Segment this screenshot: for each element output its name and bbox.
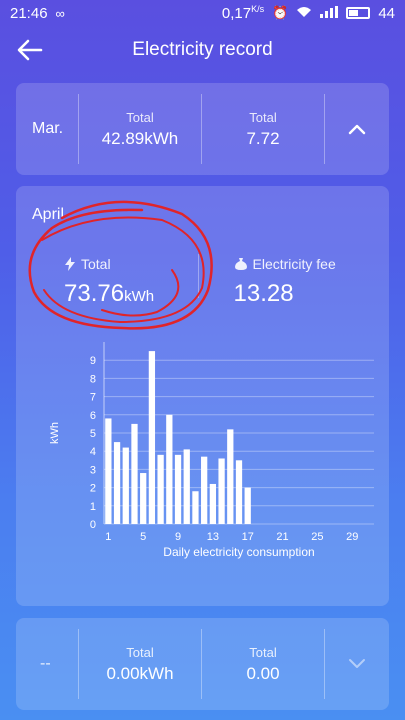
bar-day-16 [235, 460, 243, 524]
bar-day-1 [105, 418, 112, 524]
x-tick-label: 13 [207, 531, 219, 543]
lightning-icon [65, 257, 75, 271]
y-tick-label: 8 [90, 373, 96, 385]
month-summary-card-march[interactable]: Mar. Total 42.89kWh Total 7.72 [16, 83, 389, 175]
bar-day-7 [157, 454, 164, 524]
month-label: Mar. [32, 120, 64, 137]
alarm-icon: ⏰ [272, 5, 289, 20]
status-bar: 21:46 ∞ 0,17K/s ⏰ 44 [0, 0, 405, 26]
month-label: -- [40, 655, 51, 672]
detail-total-label: Total [64, 256, 220, 272]
total-fee: Total 7.72 [202, 110, 324, 149]
bar-day-5 [140, 473, 147, 524]
status-right: 0,17K/s ⏰ 44 [222, 4, 395, 22]
y-tick-label: 6 [90, 410, 96, 422]
total-energy-label: Total [126, 644, 154, 660]
y-tick-label: 5 [90, 428, 96, 440]
bar-day-17 [244, 487, 251, 524]
bar-day-15 [227, 429, 234, 524]
y-tick-label: 1 [90, 501, 96, 513]
net-speed: 0,17K/s [221, 4, 265, 22]
detail-fee: Electricity fee 13.28 [220, 256, 390, 316]
status-time: 21:46 [10, 4, 48, 22]
detail-month-label: April [32, 206, 65, 223]
y-axis-label: kWh [49, 422, 61, 444]
bar-day-8 [166, 414, 173, 524]
bar-day-6 [148, 351, 156, 524]
divider [198, 254, 199, 298]
total-energy-label: Total [126, 109, 154, 125]
battery-level: 44 [378, 4, 395, 22]
x-tick-label: 21 [276, 531, 288, 543]
total-fee: Total 0.00 [202, 645, 324, 684]
infinity-icon: ∞ [55, 5, 65, 21]
collapse-button[interactable] [325, 83, 389, 175]
total-fee-value: 7.72 [246, 128, 280, 148]
expand-button[interactable] [325, 618, 389, 710]
y-tick-label: 9 [90, 355, 96, 367]
x-axis-label: Daily electricity consumption [163, 545, 314, 559]
month-detail-card-april: April Total 73.76kWh Electricity fee 13.… [16, 186, 389, 606]
bar-day-2 [113, 442, 121, 524]
total-fee-label: Total [249, 109, 277, 125]
bar-day-9 [174, 454, 182, 524]
bar-day-14 [218, 458, 225, 524]
signal-icon [320, 5, 339, 21]
detail-total: Total 73.76kWh [16, 256, 220, 316]
x-tick-label: 5 [140, 531, 146, 543]
detail-fee-label: Electricity fee [234, 256, 390, 272]
daily-consumption-chart: 0123456789kWh1 5 9 13 17 21 25 29Daily electric… [49, 342, 374, 559]
arrow-left-icon [17, 39, 43, 61]
y-tick-label: 2 [90, 483, 96, 495]
page-title: Electricity record [132, 39, 273, 60]
month-row: Mar. Total 42.89kWh Total 7.72 [16, 83, 389, 175]
detail-stats: Total 73.76kWh Electricity fee 13.28 [16, 256, 389, 316]
y-tick-label: 3 [90, 464, 96, 476]
x-tick-label: 25 [311, 531, 323, 543]
app-bar: Electricity record [0, 28, 405, 72]
bar-day-3 [122, 447, 129, 524]
y-tick-label: 0 [90, 519, 96, 531]
bar-day-13 [209, 483, 217, 524]
battery-icon [346, 7, 371, 19]
y-tick-label: 4 [90, 446, 96, 458]
x-tick-label: 9 [175, 531, 181, 543]
wifi-icon [296, 6, 312, 21]
detail-fee-value: 13.28 [233, 280, 294, 307]
x-tick-label: 17 [242, 531, 254, 543]
bar-day-11 [192, 491, 199, 524]
money-bag-icon [234, 258, 247, 270]
y-tick-label: 7 [90, 392, 96, 404]
bar-day-4 [131, 423, 138, 524]
chevron-down-icon [349, 659, 365, 668]
month-row: -- Total 0.00kWh Total 0.00 [16, 618, 389, 710]
total-energy-value: 0.00kWh [106, 663, 174, 683]
total-energy-value: 42.89kWh [101, 128, 179, 148]
month-summary-card-empty[interactable]: -- Total 0.00kWh Total 0.00 [16, 618, 389, 710]
bar-day-12 [201, 456, 208, 524]
chevron-up-icon [348, 124, 366, 135]
total-fee-value: 0.00 [246, 663, 280, 683]
status-left: 21:46 ∞ [10, 5, 65, 22]
back-button[interactable] [14, 34, 46, 66]
detail-total-value: 73.76kWh [64, 280, 155, 307]
x-tick-label: 29 [346, 531, 358, 543]
total-energy: Total 0.00kWh [79, 645, 201, 684]
x-tick-label: 1 [105, 531, 111, 543]
bar-day-10 [183, 449, 190, 524]
total-fee-label: Total [249, 644, 277, 660]
total-energy: Total 42.89kWh [79, 110, 201, 149]
